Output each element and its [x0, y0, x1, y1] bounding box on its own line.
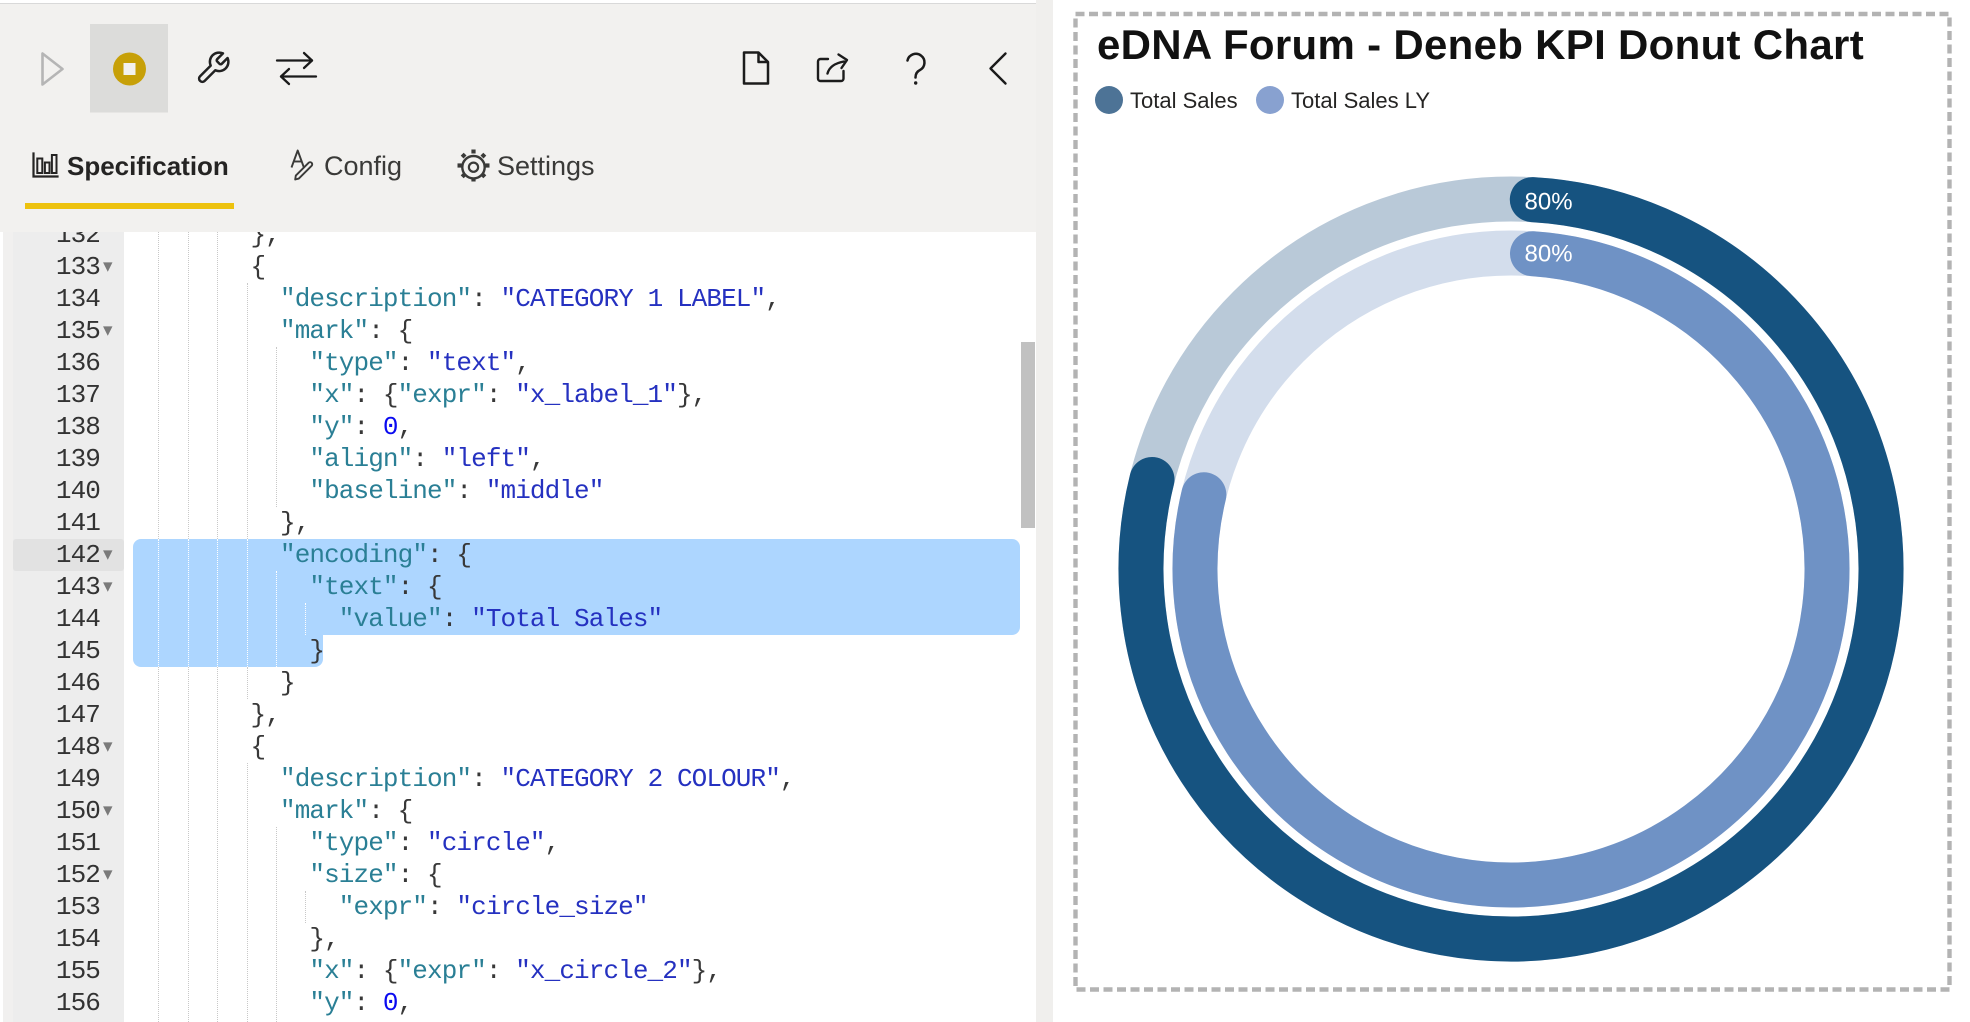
svg-text:80%: 80% — [1525, 241, 1573, 268]
svg-text:80%: 80% — [1525, 189, 1573, 216]
